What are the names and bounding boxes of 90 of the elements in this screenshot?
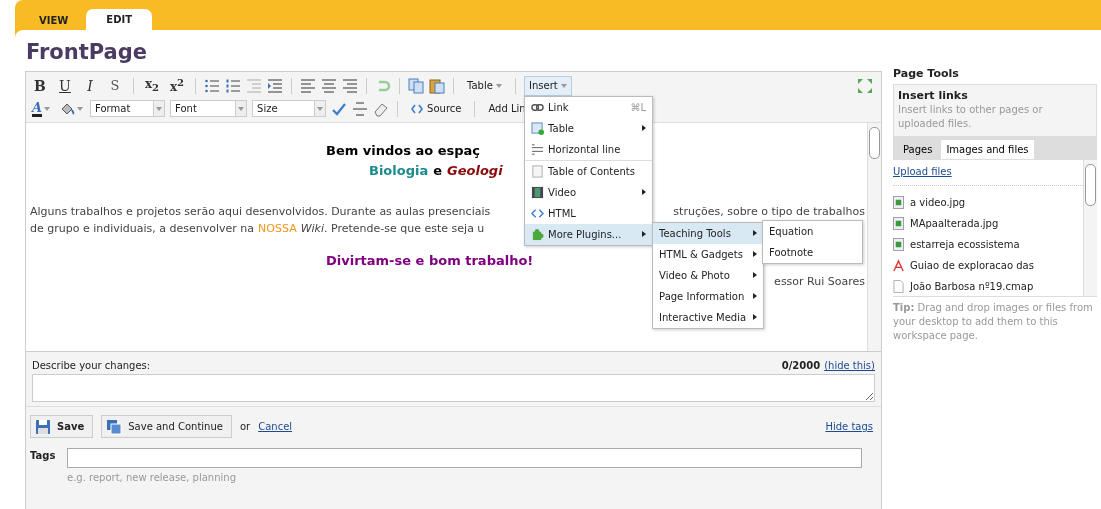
signature-text: essor Rui Soares	[774, 275, 865, 288]
numbered-list-icon[interactable]	[225, 77, 241, 94]
paragraph-text: Alguns trabalhos e projetos serão aqui desenvolvidos. Durante as aulas presenciais	[30, 204, 491, 220]
heading: Bem vindos ao espaç	[326, 143, 481, 160]
align-left-icon[interactable]	[300, 77, 316, 94]
dropdown[interactable]: Size	[252, 100, 327, 117]
paragraph-text: de grupo e individuais, a desenvolver na NOSSA Wiki. Pretende-se que este seja u	[30, 221, 485, 237]
indent-icon[interactable]	[267, 77, 283, 94]
menu-item[interactable]: Footnote	[763, 241, 863, 263]
page-title: FrontPage	[26, 40, 149, 66]
tags-label: Tags	[30, 449, 57, 463]
format-button[interactable]: x$_{2}$	[142, 75, 162, 96]
file-item[interactable]: Guiao de exploracao das	[893, 255, 1083, 276]
menu-item[interactable]: Interactive Media	[653, 306, 764, 328]
format-button[interactable]: U	[55, 75, 75, 96]
box-description: Insert links to other pages or uploaded files.	[897, 103, 1044, 131]
menu-item[interactable]: Page Information	[653, 285, 764, 307]
scrollbar[interactable]	[867, 123, 881, 351]
menu-item[interactable]: Equation	[763, 220, 863, 242]
hide-link[interactable]: (hide this)	[824, 360, 875, 371]
table-button[interactable]: Table	[462, 75, 508, 96]
code-icon	[411, 103, 424, 114]
submenu-arrow-icon	[753, 272, 758, 278]
pdf-icon	[893, 259, 904, 272]
save-button[interactable]: Save	[30, 415, 94, 438]
field-label: Describe your changes:	[32, 360, 151, 371]
page-tab[interactable]: VIEW	[23, 11, 85, 30]
file-item[interactable]: a video.jpg	[893, 192, 1083, 213]
tags-field[interactable]	[67, 448, 862, 468]
menu-item[interactable]: Video & Photo	[653, 264, 764, 286]
format-button[interactable]: B	[30, 75, 50, 96]
insert-button[interactable]: Insert	[524, 75, 572, 96]
image-file-icon	[893, 217, 904, 230]
file-item[interactable]: estarreja ecossistema	[893, 234, 1083, 255]
source-button[interactable]: Source	[406, 98, 467, 119]
bulleted-list-icon[interactable]	[204, 77, 220, 94]
menu-item[interactable]: Horizontal line	[525, 138, 653, 160]
hide-tags-link[interactable]: Hide tags	[825, 421, 873, 432]
changes-field[interactable]	[32, 374, 875, 402]
align-center-icon[interactable]	[321, 77, 337, 94]
submenu-arrow-icon	[753, 314, 758, 320]
menu-item[interactable]: Table	[525, 117, 653, 139]
subheading: Biologia e Geologi	[369, 163, 503, 180]
file-item[interactable]: MApaalterada.jpg	[893, 213, 1083, 234]
floppy-disks-icon	[106, 418, 123, 435]
menu-item[interactable]: Teaching Tools	[653, 222, 764, 244]
hr-icon	[531, 142, 545, 156]
menu-item[interactable]: Link ⌘L	[525, 96, 653, 118]
paragraph-text: struções, sobre o tipo de trabalhos	[673, 204, 865, 220]
save-and-continue-button[interactable]: Save and Continue	[101, 415, 232, 438]
submenu-arrow-icon	[753, 293, 758, 299]
submenu-arrow-icon	[753, 251, 758, 257]
outdent-icon[interactable]	[246, 77, 262, 94]
tip-text: Tip: Drag and drop images or files from your desktop to add them to this workspace page.	[893, 301, 1094, 343]
image-file-icon	[893, 196, 904, 209]
menu-item[interactable]: More Plugins...	[525, 223, 653, 245]
scrollbar[interactable]	[1083, 160, 1097, 296]
table-icon	[531, 121, 545, 135]
format-button[interactable]: I	[80, 75, 100, 96]
film-icon	[531, 185, 545, 199]
sidebar-tab[interactable]: Pages	[898, 140, 938, 159]
dropdown[interactable]: Font	[170, 100, 248, 117]
menu-item[interactable]: HTML & Gadgets	[653, 243, 764, 265]
format-button[interactable]: x$^{2}$	[167, 75, 187, 96]
box-title: Insert links	[897, 89, 969, 102]
closing-text: Divirtam-se e bom trabalho!	[326, 253, 534, 270]
fullscreen-icon[interactable]	[857, 77, 873, 94]
submenu-arrow-icon	[753, 230, 758, 236]
doc-icon	[531, 164, 545, 178]
sidebar-title: Page Tools	[893, 67, 960, 80]
cancel-link[interactable]: Cancel	[258, 421, 293, 432]
file-icon	[893, 280, 904, 293]
or-text: or	[239, 421, 251, 432]
menu-item[interactable]: Table of Contents	[525, 159, 653, 182]
menu-item[interactable]: Video	[525, 181, 653, 203]
menu-item[interactable]: HTML	[525, 202, 653, 224]
character-counter: 0/2000	[781, 360, 821, 371]
paste-icon[interactable]	[429, 77, 445, 94]
align-right-icon[interactable]	[342, 77, 358, 94]
puzzle-icon	[531, 227, 545, 241]
copy-icon[interactable]	[408, 77, 424, 94]
page-tab[interactable]: EDIT	[86, 9, 152, 30]
image-file-icon	[893, 238, 904, 251]
sidebar-tab[interactable]: Images and files	[941, 140, 1034, 159]
dropdown[interactable]: Format	[90, 100, 166, 117]
horizontal-line-icon[interactable]	[352, 100, 369, 117]
text-color-button[interactable]: A	[30, 98, 53, 119]
format-button[interactable]: S	[105, 75, 125, 96]
file-item[interactable]: João Barbosa nº19.cmap	[893, 276, 1083, 297]
tags-hint: e.g. report, new release, planning	[67, 472, 237, 483]
